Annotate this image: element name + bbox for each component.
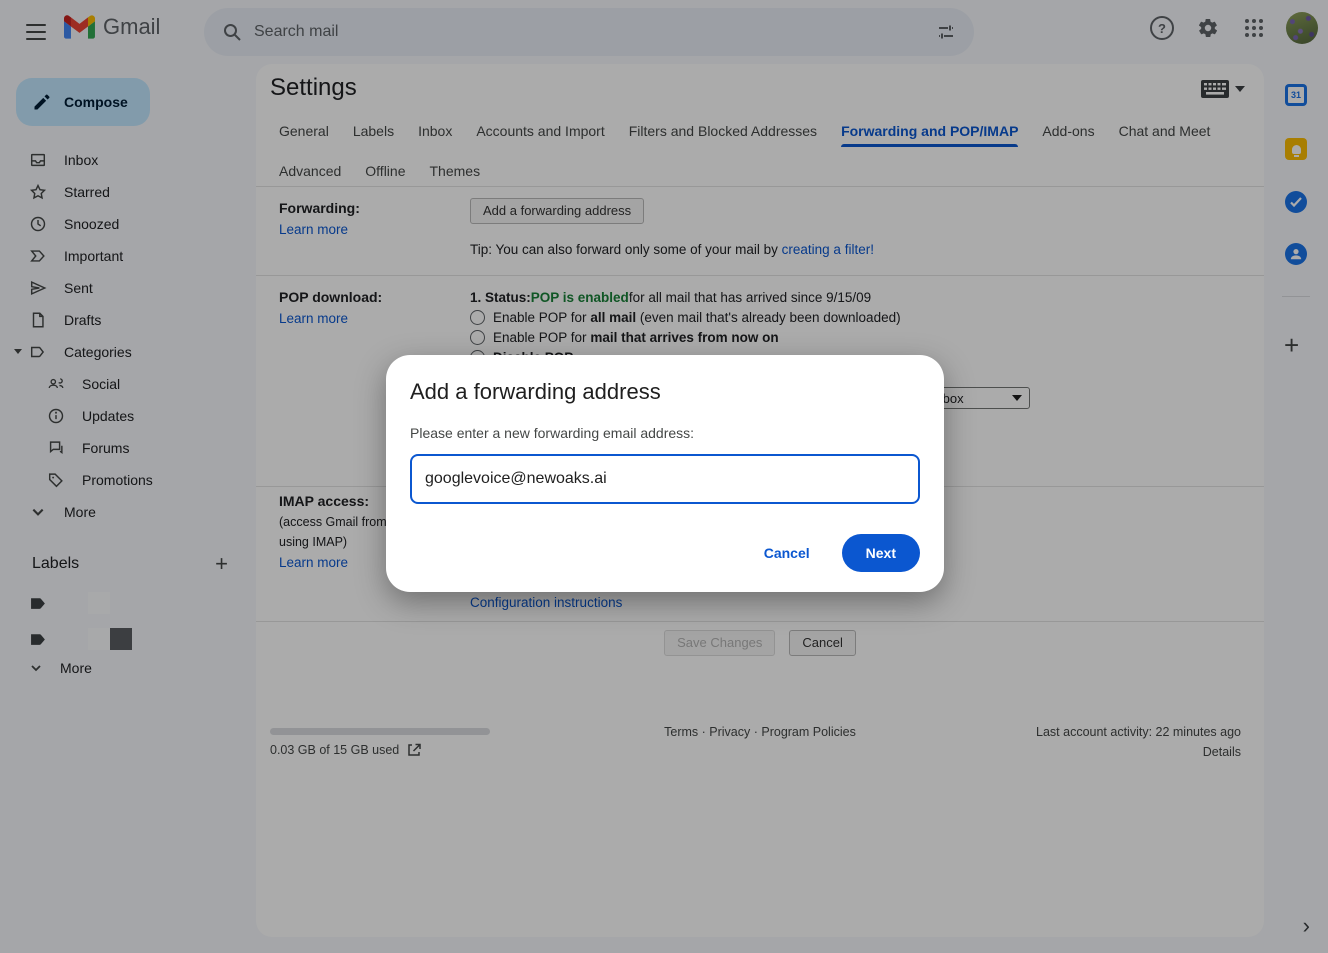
dialog-cancel-button[interactable]: Cancel — [758, 544, 816, 562]
gmail-app: Gmail ? — [0, 0, 1328, 953]
dialog-actions: Cancel Next — [758, 534, 920, 572]
forwarding-email-input[interactable] — [410, 454, 920, 504]
add-forwarding-dialog: Add a forwarding address Please enter a … — [386, 355, 944, 592]
dialog-next-button[interactable]: Next — [842, 534, 920, 572]
dialog-prompt: Please enter a new forwarding email addr… — [410, 425, 920, 441]
dialog-title: Add a forwarding address — [410, 379, 920, 405]
